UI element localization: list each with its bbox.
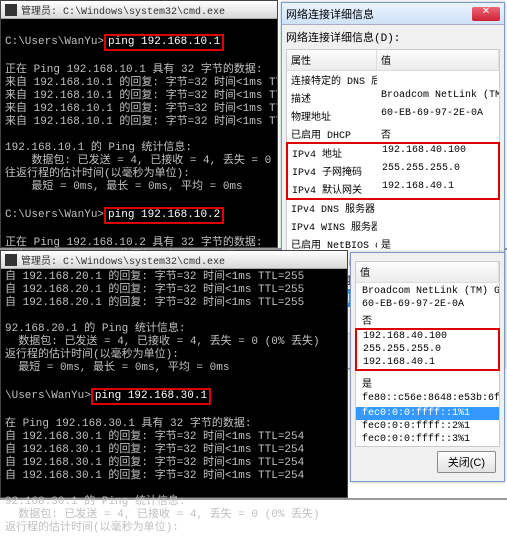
table-row: 60-EB-69-97-2E-0A xyxy=(356,298,499,311)
ping-cmd-3: ping 192.168.30.1 xyxy=(91,388,211,405)
console-2[interactable]: 自 192.168.20.1 的回复: 字节=32 时间<1ms TTL=255… xyxy=(1,269,347,537)
table-row: Broadcom NetLink (TM) Gigabit Et xyxy=(356,285,499,298)
table-row: 连接特定的 DNS 后缀 xyxy=(287,71,499,89)
table-row: IPv4 默认网关192.168.40.1 xyxy=(288,180,498,198)
table-row: IPv4 子网掩码255.255.255.0 xyxy=(288,162,498,180)
table-row: IPv4 地址192.168.40.100 xyxy=(288,144,498,162)
table-row: fe80::c56e:8648:e53b:6fb%14 xyxy=(356,392,499,405)
table-row: 192.168.40.100 xyxy=(357,330,498,343)
table-row-selected: fec0:0:0:ffff::1%1 xyxy=(356,407,499,420)
highlighted-ipv4-group: IPv4 地址192.168.40.100 IPv4 子网掩码255.255.2… xyxy=(286,142,500,200)
cmd-title: 管理员: C:\Windows\system32\cmd.exe xyxy=(21,2,225,18)
table-row: IPv4 WINS 服务器 xyxy=(287,217,499,235)
cmd-title: 管理员: C:\Windows\system32\cmd.exe xyxy=(21,252,225,268)
close-icon[interactable]: ✕ xyxy=(472,7,500,21)
network-details-dialog-2[interactable]: 值 Broadcom NetLink (TM) Gigabit Et 60-EB… xyxy=(350,252,505,482)
table-row: 255.255.255.0 xyxy=(357,343,498,356)
cmd-icon xyxy=(5,254,17,266)
table-row: fec0:0:0:ffff::3%1 xyxy=(356,433,499,446)
table-row: 是 xyxy=(356,374,499,392)
cmd-icon xyxy=(5,4,17,16)
col-property: 属性 xyxy=(287,50,377,70)
table-row: 描述Broadcom NetLink (TM) Gigabit Et xyxy=(287,89,499,107)
dialog-label: 网络连接详细信息(D): xyxy=(286,29,500,45)
cmd-titlebar: 管理员: C:\Windows\system32\cmd.exe xyxy=(1,1,277,19)
dialog-titlebar: 网络连接详细信息 ✕ xyxy=(282,3,504,25)
ping-cmd-1: ping 192.168.10.1 xyxy=(104,34,224,51)
cmd-window-2[interactable]: 管理员: C:\Windows\system32\cmd.exe 自 192.1… xyxy=(0,250,348,498)
table-row: 已启用 DHCP否 xyxy=(287,125,499,143)
table-row: 否 xyxy=(356,311,499,329)
table-row: 192.168.40.1 xyxy=(357,356,498,369)
col-value: 值 xyxy=(377,50,499,70)
table-row: fec0:0:0:ffff::2%1 xyxy=(356,420,499,433)
properties-table-2: 值 Broadcom NetLink (TM) Gigabit Et 60-EB… xyxy=(355,261,500,447)
ping-cmd-2: ping 192.168.10.2 xyxy=(104,207,224,224)
table-row: IPv4 DNS 服务器 xyxy=(287,199,499,217)
highlighted-ipv4-group-2: 192.168.40.100 255.255.255.0 192.168.40.… xyxy=(355,328,500,371)
cmd-window-1[interactable]: 管理员: C:\Windows\system32\cmd.exe C:\User… xyxy=(0,0,278,248)
close-button[interactable]: 关闭(C) xyxy=(437,451,496,473)
cmd-titlebar: 管理员: C:\Windows\system32\cmd.exe xyxy=(1,251,347,269)
table-row: 物理地址60-EB-69-97-2E-0A xyxy=(287,107,499,125)
